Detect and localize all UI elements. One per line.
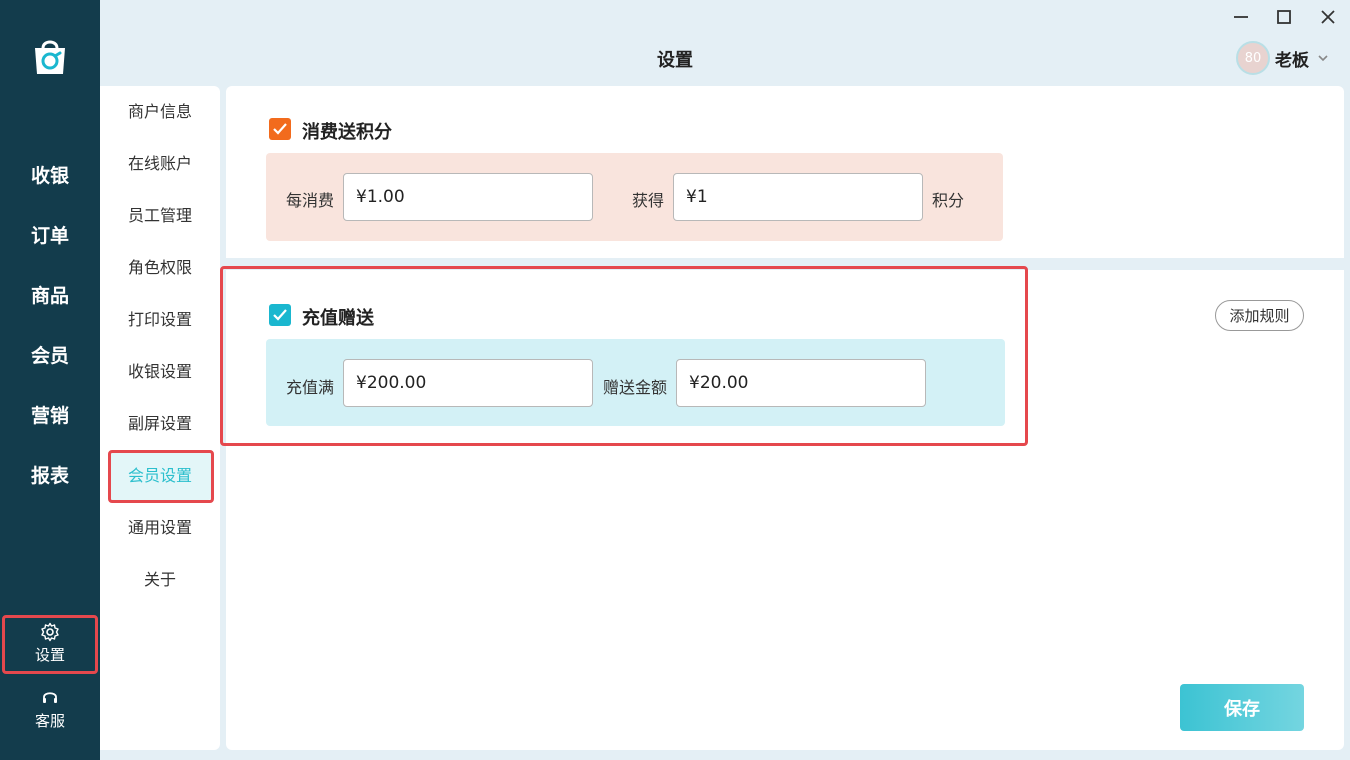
submenu-item-second-screen[interactable]: 副屏设置 [108,400,212,448]
minimize-icon[interactable] [1230,6,1252,28]
nav-item-members[interactable]: 会员 [0,341,100,368]
submenu-item-online-account[interactable]: 在线账户 [108,140,212,188]
nav-item-marketing[interactable]: 营销 [0,401,100,428]
spend-label: 每消费 [286,191,335,210]
shopping-bag-logo-icon [35,40,65,74]
checkmark-icon [273,309,287,321]
threshold-label: 充值满 [286,378,335,397]
avatar: 80 [1236,41,1270,75]
submenu-item-staff[interactable]: 员工管理 [108,192,212,240]
recharge-checkbox[interactable] [269,304,291,326]
settings-submenu: 商户信息 在线账户 员工管理 角色权限 打印设置 收银设置 副屏设置 会员设置 … [100,86,220,750]
checkmark-icon [273,123,287,135]
nav-item-products[interactable]: 商品 [0,281,100,308]
nav-item-orders[interactable]: 订单 [0,221,100,248]
submenu-item-cashier[interactable]: 收银设置 [108,348,212,396]
submenu-item-roles[interactable]: 角色权限 [108,244,212,292]
close-icon[interactable] [1317,6,1339,28]
service-label: 客服 [34,712,65,730]
submenu-item-about[interactable]: 关于 [108,556,212,604]
submenu-item-member-settings[interactable]: 会员设置 [108,452,212,500]
recharge-section-title: 充值赠送 [302,308,374,329]
add-rule-button[interactable]: 添加规则 [1215,300,1304,331]
nav-item-service[interactable]: 客服 [0,688,100,731]
points-section-title: 消费送积分 [302,122,392,143]
settings-label: 设置 [34,646,65,664]
user-name: 老板 [1275,50,1309,71]
nav-item-settings[interactable]: 设置 [0,622,100,665]
submenu-item-print[interactable]: 打印设置 [108,296,212,344]
bonus-amount-input[interactable] [676,359,926,407]
bonus-label: 赠送金额 [603,378,668,397]
save-button[interactable]: 保存 [1180,684,1304,731]
page-title: 设置 [657,50,693,71]
nav-item-cashier[interactable]: 收银 [0,161,100,188]
user-menu[interactable]: 80 老板 [1236,40,1329,76]
points-unit-label: 积分 [932,191,965,210]
main-sidebar: 收银 订单 商品 会员 营销 报表 设置 客服 [0,0,100,760]
submenu-item-merchant-info[interactable]: 商户信息 [108,88,212,136]
spend-amount-input[interactable] [343,173,593,221]
maximize-icon[interactable] [1273,6,1295,28]
gear-icon [41,622,59,642]
submenu-item-general[interactable]: 通用设置 [108,504,212,552]
headset-icon [43,692,57,703]
earn-label: 获得 [632,191,665,210]
points-checkbox[interactable] [269,118,291,140]
chevron-down-icon [1318,55,1328,62]
earn-points-input[interactable] [673,173,923,221]
nav-item-reports[interactable]: 报表 [0,461,100,488]
recharge-threshold-input[interactable] [343,359,593,407]
